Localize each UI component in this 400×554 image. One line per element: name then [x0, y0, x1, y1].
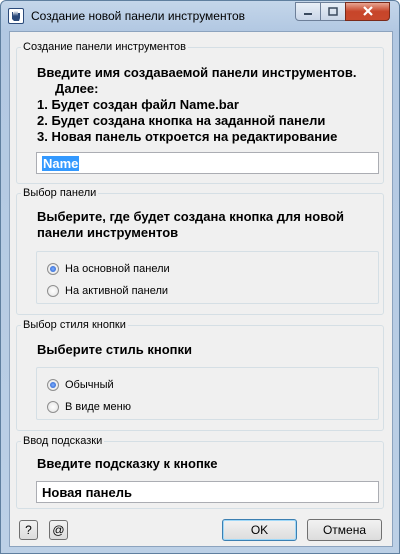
radio-active-panel[interactable]: На активной панели [47, 285, 168, 297]
app-icon[interactable] [8, 8, 24, 24]
radio-button[interactable] [47, 263, 59, 275]
radio-label: В виде меню [65, 401, 131, 413]
group-hint-legend: Ввод подсказки [21, 435, 105, 447]
group-panel-legend: Выбор панели [21, 187, 99, 199]
help-button[interactable]: ? [19, 520, 38, 540]
close-icon [362, 6, 373, 16]
minimize-icon [304, 12, 312, 15]
group-create-panel: Создание панели инструментов Введите имя… [16, 41, 384, 184]
radio-main-panel[interactable]: На основной панели [47, 263, 170, 275]
radio-button[interactable] [47, 401, 59, 413]
instruction-line-3: 1. Будет создан файл Name.bar [37, 97, 239, 112]
radio-style-menu[interactable]: В виде меню [47, 401, 131, 413]
group-hint: Ввод подсказки Введите подсказку к кнопк… [16, 435, 384, 509]
panel-name-value: Name [42, 156, 80, 171]
radio-label: Обычный [65, 379, 114, 391]
at-button[interactable]: @ [49, 520, 68, 540]
instruction-line-4: 2. Будет создана кнопка на заданной пане… [37, 113, 326, 128]
panel-options-box: На основной панели На активной панели [36, 251, 379, 304]
radio-button[interactable] [47, 379, 59, 391]
style-options-box: Обычный В виде меню [36, 367, 379, 420]
radio-label: На основной панели [65, 263, 170, 275]
instruction-line-1: Введите имя создаваемой панели инструмен… [37, 65, 357, 80]
window-title: Создание новой панели инструментов [31, 9, 246, 23]
panel-prompt-line-1: Выберите, где будет создана кнопка для н… [37, 209, 344, 224]
dialog-client-area: Создание панели инструментов Введите имя… [9, 31, 393, 547]
instruction-line-5: 3. Новая панель откроется на редактирова… [37, 129, 338, 144]
style-prompt: Выберите стиль кнопки [37, 342, 192, 357]
minimize-button[interactable] [295, 2, 321, 21]
maximize-icon [328, 6, 338, 16]
radio-style-normal[interactable]: Обычный [47, 379, 114, 391]
instruction-line-2: Далее: [37, 81, 99, 96]
radio-label: На активной панели [65, 285, 169, 297]
cancel-button[interactable]: Отмена [307, 519, 382, 541]
dialog-window: Создание новой панели инструментов Созда… [0, 0, 400, 554]
ok-button[interactable]: OK [222, 519, 297, 541]
hint-prompt: Введите подсказку к кнопке [37, 456, 218, 471]
panel-prompt-line-2: панели инструментов [37, 225, 179, 240]
panel-name-input[interactable]: Name [36, 152, 379, 174]
title-bar[interactable]: Создание новой панели инструментов [1, 1, 399, 31]
radio-button[interactable] [47, 285, 59, 297]
hint-input[interactable]: Новая панель [36, 481, 379, 503]
group-button-style: Выбор стиля кнопки Выберите стиль кнопки… [16, 319, 384, 431]
maximize-button[interactable] [320, 2, 346, 21]
group-style-legend: Выбор стиля кнопки [21, 319, 128, 331]
group-panel-select: Выбор панели Выберите, где будет создана… [16, 187, 384, 315]
close-button[interactable] [345, 2, 390, 21]
group-create-legend: Создание панели инструментов [21, 41, 188, 53]
